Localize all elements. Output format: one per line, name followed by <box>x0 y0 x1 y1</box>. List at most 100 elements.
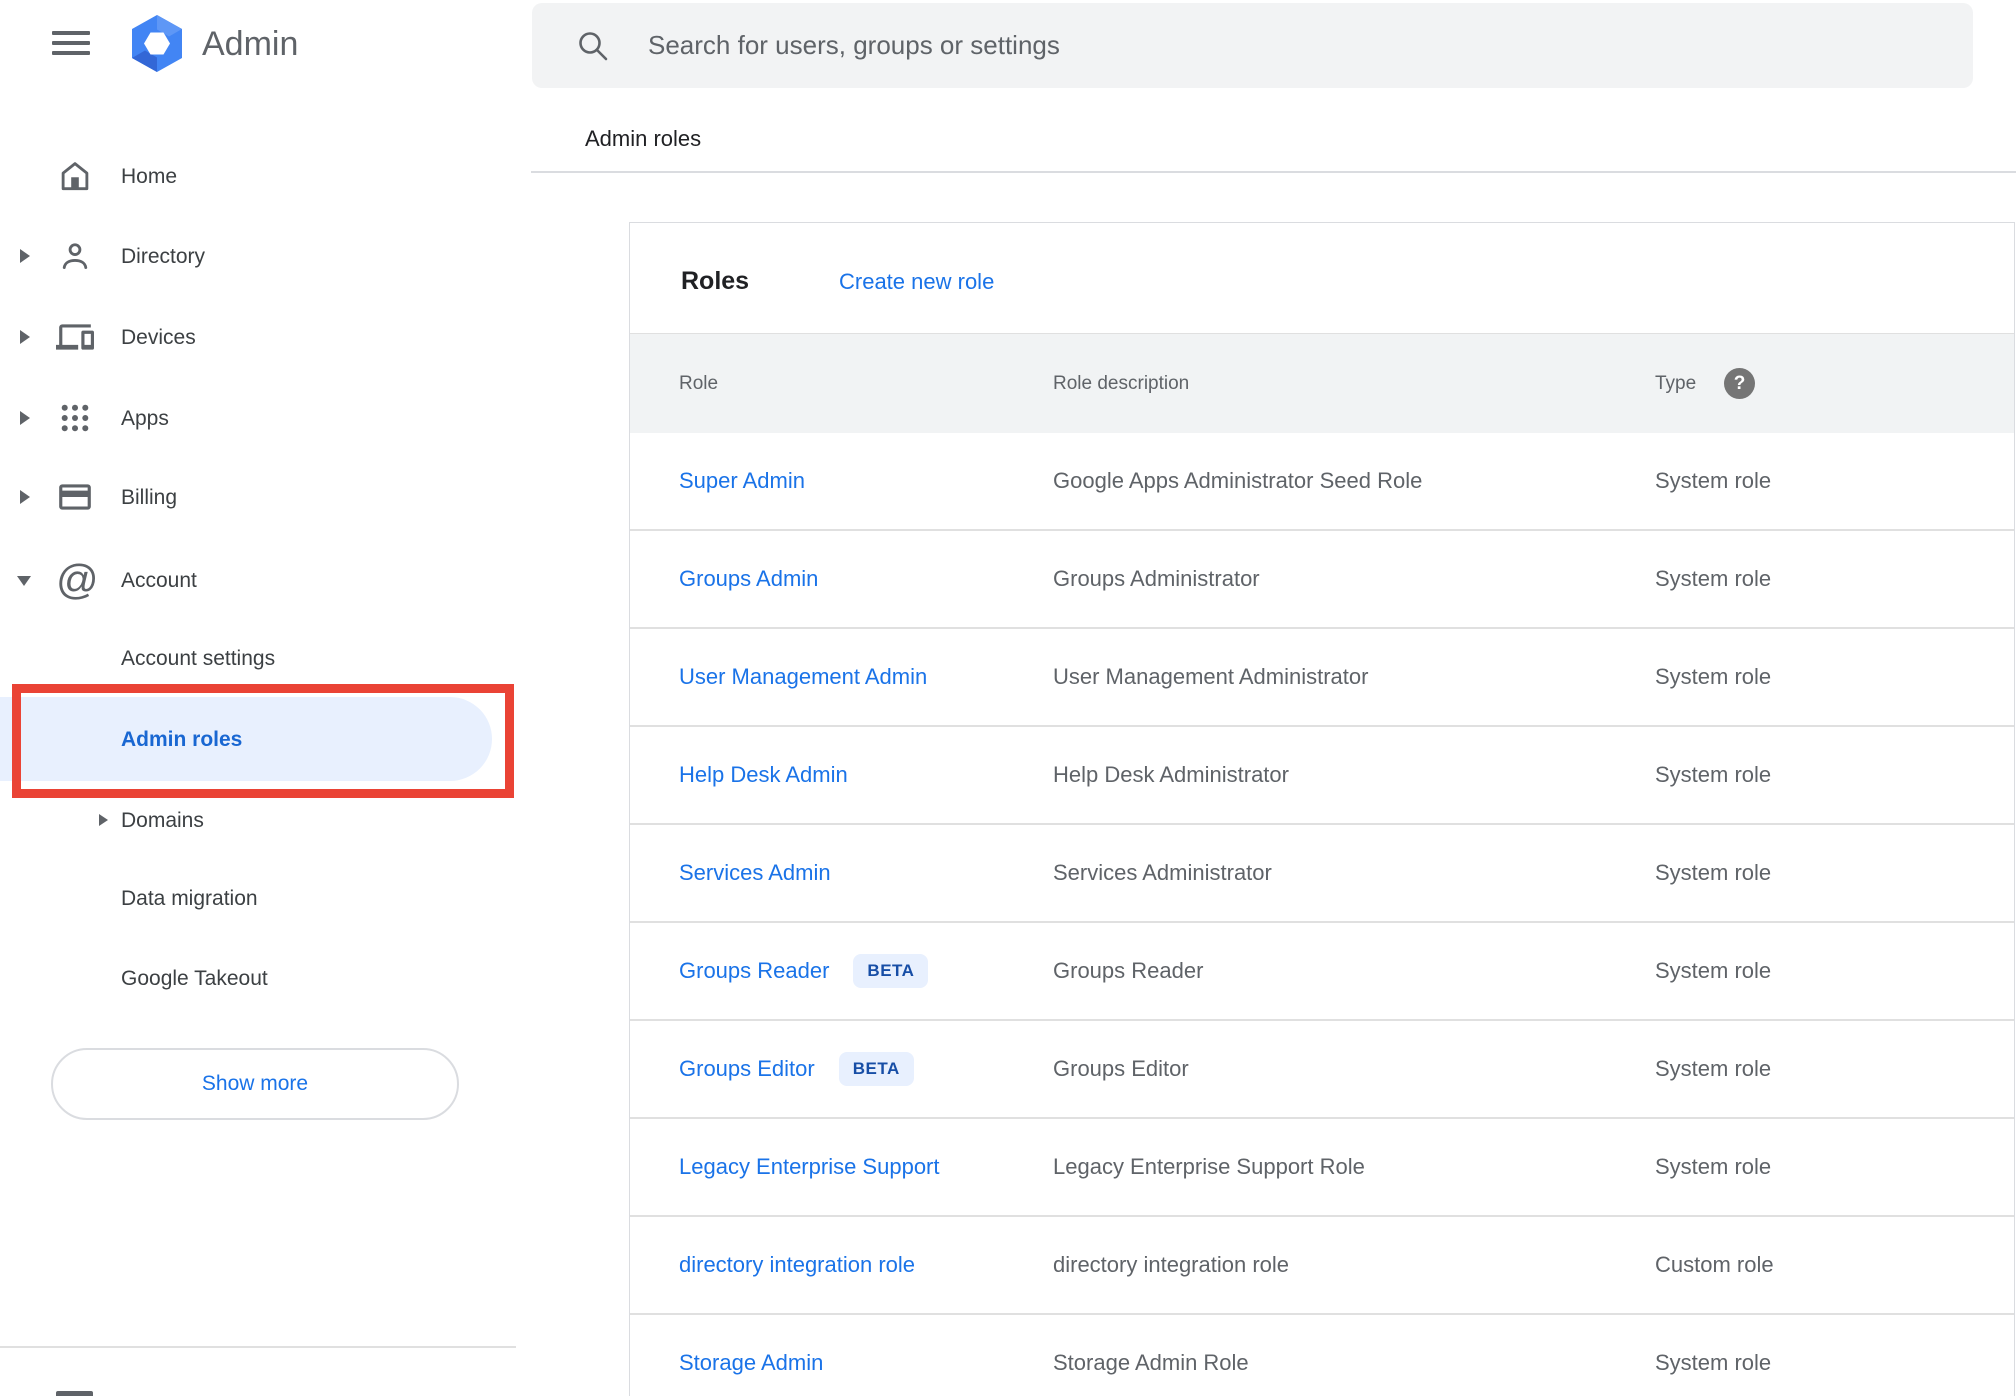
partial-device-icon <box>56 1391 93 1396</box>
table-row: Groups Admin Groups Administrator System… <box>630 531 2014 629</box>
role-link[interactable]: directory integration role <box>679 1252 915 1278</box>
role-cell: Legacy Enterprise Support <box>679 1119 940 1215</box>
collapse-arrow-icon[interactable] <box>17 576 31 586</box>
sidebar-item-label: Domains <box>121 809 204 832</box>
role-type-cell: System role <box>1655 566 1772 591</box>
sidebar-item-domains[interactable]: Domains <box>0 796 516 844</box>
beta-badge: BETA <box>853 954 929 988</box>
table-row: directory integration role directory int… <box>630 1217 2014 1315</box>
column-header-type: Type <box>1655 372 1697 394</box>
sidebar-item-devices[interactable]: Devices <box>0 313 516 361</box>
show-more-label: Show more <box>201 1072 309 1095</box>
role-description-cell: Groups Reader <box>1053 958 1204 983</box>
role-cell: Groups Editor BETA <box>679 1021 914 1117</box>
table-row: Groups Editor BETA Groups Editor System … <box>630 1021 2014 1119</box>
role-type-cell: Custom role <box>1655 1252 1774 1277</box>
role-description-cell: Groups Administrator <box>1053 566 1260 591</box>
role-description-cell: Google Apps Administrator Seed Role <box>1053 468 1423 493</box>
sidebar-item-label: Account settings <box>121 647 276 670</box>
sidebar-item-label: Devices <box>121 326 196 349</box>
role-type-cell: System role <box>1655 1350 1772 1375</box>
column-header-description: Role description <box>1053 372 1190 394</box>
role-link[interactable]: Legacy Enterprise Support <box>679 1154 940 1180</box>
sidebar-item-apps[interactable]: Apps <box>0 394 516 442</box>
role-description-cell: Legacy Enterprise Support Role <box>1053 1154 1365 1179</box>
show-more-button[interactable]: Show more <box>51 1048 459 1120</box>
search-input[interactable] <box>648 3 1928 88</box>
sidebar-item-google-takeout[interactable]: Google Takeout <box>0 954 516 1002</box>
help-icon[interactable]: ? <box>1724 368 1755 399</box>
sidebar-item-directory[interactable]: Directory <box>0 232 516 280</box>
sidebar-item-account[interactable]: @ Account <box>0 556 516 604</box>
sidebar-item-label: Directory <box>121 245 206 268</box>
expand-arrow-icon[interactable] <box>20 330 30 344</box>
role-link[interactable]: User Management Admin <box>679 664 927 690</box>
role-description-cell: Groups Editor <box>1053 1056 1189 1081</box>
roles-table-body: Super Admin Google Apps Administrator Se… <box>630 433 2014 1396</box>
sidebar-item-label: Apps <box>121 407 169 430</box>
breadcrumb: Admin roles <box>585 126 702 151</box>
role-type-cell: System role <box>1655 958 1772 983</box>
sidebar-item-home[interactable]: Home <box>0 152 516 200</box>
at-sign-icon: @ <box>56 556 99 603</box>
beta-badge: BETA <box>838 1052 914 1086</box>
person-icon <box>56 237 94 275</box>
expand-arrow-icon[interactable] <box>99 814 108 826</box>
role-type-cell: System role <box>1655 664 1772 689</box>
role-cell: directory integration role <box>679 1217 915 1313</box>
credit-card-icon <box>56 478 94 516</box>
table-row: Services Admin Services Administrator Sy… <box>630 825 2014 923</box>
role-description-cell: Storage Admin Role <box>1053 1350 1249 1375</box>
role-description-cell: Help Desk Administrator <box>1053 762 1289 787</box>
sidebar-item-data-migration[interactable]: Data migration <box>0 874 516 922</box>
role-type-cell: System role <box>1655 860 1772 885</box>
sidebar-item-account-settings[interactable]: Account settings <box>0 634 516 682</box>
table-row: Help Desk Admin Help Desk Administrator … <box>630 727 2014 825</box>
app-title: Admin <box>202 25 299 63</box>
column-header-role: Role <box>679 372 719 394</box>
role-type-cell: System role <box>1655 468 1772 493</box>
role-link[interactable]: Groups Reader <box>679 958 829 984</box>
expand-arrow-icon[interactable] <box>20 411 30 425</box>
sidebar: Admin Home Directory Devices Apps Billin… <box>0 0 531 1396</box>
table-row: User Management Admin User Management Ad… <box>630 629 2014 727</box>
table-header-row: Role Role description Type ? <box>630 334 2014 433</box>
sidebar-item-label: Account <box>121 569 197 592</box>
role-description-cell: directory integration role <box>1053 1252 1290 1277</box>
sidebar-item-label: Admin roles <box>121 728 243 751</box>
role-link[interactable]: Groups Editor <box>679 1056 815 1082</box>
hamburger-menu-icon[interactable] <box>52 31 90 55</box>
apps-grid-icon <box>56 399 94 437</box>
role-link[interactable]: Super Admin <box>679 468 805 494</box>
role-link[interactable]: Help Desk Admin <box>679 762 848 788</box>
sidebar-item-label: Billing <box>121 486 178 509</box>
role-link[interactable]: Services Admin <box>679 860 831 886</box>
role-cell: Groups Reader BETA <box>679 923 929 1019</box>
role-cell: Help Desk Admin <box>679 727 848 823</box>
home-icon <box>56 157 94 195</box>
table-row: Legacy Enterprise Support Legacy Enterpr… <box>630 1119 2014 1217</box>
table-row: Groups Reader BETA Groups Reader System … <box>630 923 2014 1021</box>
role-cell: Super Admin <box>679 433 805 529</box>
sidebar-item-billing[interactable]: Billing <box>0 473 516 521</box>
sidebar-divider <box>0 1346 516 1348</box>
role-type-cell: System role <box>1655 1056 1772 1081</box>
expand-arrow-icon[interactable] <box>20 249 30 263</box>
role-description-cell: Services Administrator <box>1053 860 1272 885</box>
admin-console: Admin Home Directory Devices Apps Billin… <box>0 0 2016 1396</box>
sidebar-item-label: Home <box>121 165 178 188</box>
create-new-role-link[interactable]: Create new role <box>839 269 994 295</box>
search-icon <box>576 29 610 63</box>
role-type-cell: System role <box>1655 762 1772 787</box>
table-row: Super Admin Google Apps Administrator Se… <box>630 433 2014 531</box>
role-link[interactable]: Groups Admin <box>679 566 818 592</box>
expand-arrow-icon[interactable] <box>20 490 30 504</box>
header-divider <box>531 171 2016 173</box>
roles-panel-header: Roles Create new role <box>630 223 2014 334</box>
sidebar-item-admin-roles[interactable]: Admin roles <box>0 715 516 763</box>
role-link[interactable]: Storage Admin <box>679 1350 823 1376</box>
roles-panel: Roles Create new role Role Role descript… <box>629 222 2015 1396</box>
table-row: Storage Admin Storage Admin Role System … <box>630 1315 2014 1396</box>
search-bar[interactable] <box>532 3 1973 88</box>
devices-icon <box>56 318 94 356</box>
